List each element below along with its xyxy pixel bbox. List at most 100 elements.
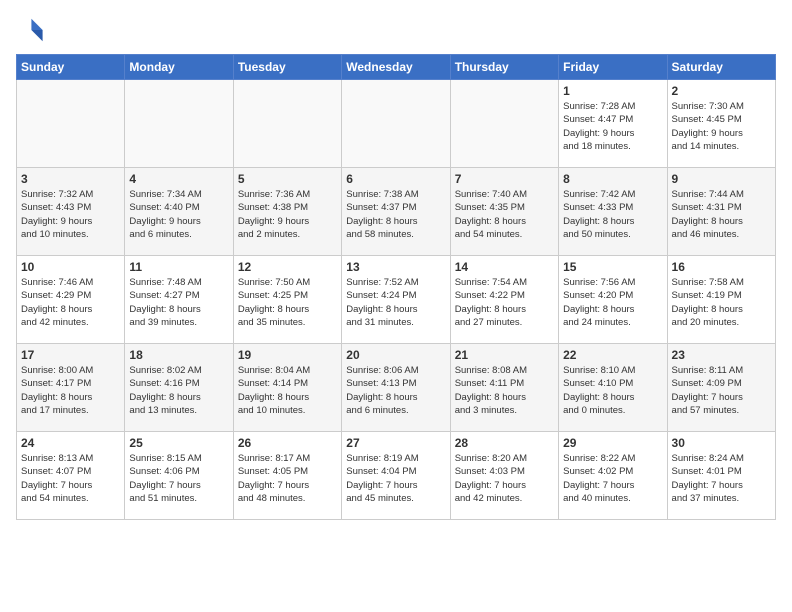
calendar-header-row: SundayMondayTuesdayWednesdayThursdayFrid… [17,55,776,80]
calendar-day-22: 22 Sunrise: 8:10 AM Sunset: 4:10 PM Dayli… [559,344,667,432]
calendar-day-9: 9 Sunrise: 7:44 AM Sunset: 4:31 PM Daylig… [667,168,775,256]
day-info: Sunrise: 7:28 AM Sunset: 4:47 PM Dayligh… [563,100,662,153]
day-info: Sunrise: 8:13 AM Sunset: 4:07 PM Dayligh… [21,452,120,505]
day-number: 28 [455,436,554,450]
calendar-day-15: 15 Sunrise: 7:56 AM Sunset: 4:20 PM Dayli… [559,256,667,344]
day-number: 8 [563,172,662,186]
day-number: 14 [455,260,554,274]
day-number: 16 [672,260,771,274]
calendar-week-4: 17 Sunrise: 8:00 AM Sunset: 4:17 PM Dayli… [17,344,776,432]
day-info: Sunrise: 7:56 AM Sunset: 4:20 PM Dayligh… [563,276,662,329]
day-number: 2 [672,84,771,98]
day-info: Sunrise: 7:36 AM Sunset: 4:38 PM Dayligh… [238,188,337,241]
calendar-day-19: 19 Sunrise: 8:04 AM Sunset: 4:14 PM Dayli… [233,344,341,432]
day-info: Sunrise: 7:46 AM Sunset: 4:29 PM Dayligh… [21,276,120,329]
day-info: Sunrise: 7:44 AM Sunset: 4:31 PM Dayligh… [672,188,771,241]
calendar-day-2: 2 Sunrise: 7:30 AM Sunset: 4:45 PM Daylig… [667,80,775,168]
day-number: 17 [21,348,120,362]
calendar-day-3: 3 Sunrise: 7:32 AM Sunset: 4:43 PM Daylig… [17,168,125,256]
day-info: Sunrise: 8:20 AM Sunset: 4:03 PM Dayligh… [455,452,554,505]
day-number: 22 [563,348,662,362]
day-number: 19 [238,348,337,362]
day-info: Sunrise: 8:06 AM Sunset: 4:13 PM Dayligh… [346,364,445,417]
day-info: Sunrise: 7:48 AM Sunset: 4:27 PM Dayligh… [129,276,228,329]
day-number: 27 [346,436,445,450]
calendar-day-25: 25 Sunrise: 8:15 AM Sunset: 4:06 PM Dayli… [125,432,233,520]
calendar-day-16: 16Sunrise: 7:58 AM Sunset: 4:19 PM Dayli… [667,256,775,344]
day-number: 1 [563,84,662,98]
day-number: 30 [672,436,771,450]
day-number: 9 [672,172,771,186]
day-number: 3 [21,172,120,186]
day-info: Sunrise: 7:38 AM Sunset: 4:37 PM Dayligh… [346,188,445,241]
day-info: Sunrise: 7:34 AM Sunset: 4:40 PM Dayligh… [129,188,228,241]
calendar-week-1: 1 Sunrise: 7:28 AM Sunset: 4:47 PM Daylig… [17,80,776,168]
day-number: 5 [238,172,337,186]
calendar-day-30: 30 Sunrise: 8:24 AM Sunset: 4:01 PM Dayli… [667,432,775,520]
day-number: 13 [346,260,445,274]
calendar-day-11: 11 Sunrise: 7:48 AM Sunset: 4:27 PM Dayli… [125,256,233,344]
calendar-table: SundayMondayTuesdayWednesdayThursdayFrid… [16,54,776,520]
calendar-day-27: 27Sunrise: 8:19 AM Sunset: 4:04 PM Dayli… [342,432,450,520]
day-number: 10 [21,260,120,274]
calendar-empty-cell [450,80,558,168]
day-info: Sunrise: 7:54 AM Sunset: 4:22 PM Dayligh… [455,276,554,329]
day-number: 6 [346,172,445,186]
day-number: 15 [563,260,662,274]
weekday-header-tuesday: Tuesday [233,55,341,80]
day-number: 12 [238,260,337,274]
calendar-day-8: 8 Sunrise: 7:42 AM Sunset: 4:33 PM Daylig… [559,168,667,256]
day-info: Sunrise: 7:42 AM Sunset: 4:33 PM Dayligh… [563,188,662,241]
day-number: 25 [129,436,228,450]
calendar-week-5: 24 Sunrise: 8:13 AM Sunset: 4:07 PM Dayli… [17,432,776,520]
weekday-header-monday: Monday [125,55,233,80]
day-info: Sunrise: 7:30 AM Sunset: 4:45 PM Dayligh… [672,100,771,153]
day-info: Sunrise: 8:02 AM Sunset: 4:16 PM Dayligh… [129,364,228,417]
calendar-day-12: 12 Sunrise: 7:50 AM Sunset: 4:25 PM Dayli… [233,256,341,344]
day-number: 4 [129,172,228,186]
calendar-day-26: 26 Sunrise: 8:17 AM Sunset: 4:05 PM Dayli… [233,432,341,520]
day-info: Sunrise: 8:17 AM Sunset: 4:05 PM Dayligh… [238,452,337,505]
calendar-day-18: 18 Sunrise: 8:02 AM Sunset: 4:16 PM Dayli… [125,344,233,432]
day-info: Sunrise: 7:50 AM Sunset: 4:25 PM Dayligh… [238,276,337,329]
calendar-day-10: 10 Sunrise: 7:46 AM Sunset: 4:29 PM Dayli… [17,256,125,344]
logo-icon [16,16,44,44]
day-number: 7 [455,172,554,186]
day-number: 21 [455,348,554,362]
calendar-day-13: 13Sunrise: 7:52 AM Sunset: 4:24 PM Dayli… [342,256,450,344]
logo [16,16,48,44]
calendar-day-29: 29 Sunrise: 8:22 AM Sunset: 4:02 PM Dayli… [559,432,667,520]
weekday-header-sunday: Sunday [17,55,125,80]
day-info: Sunrise: 8:22 AM Sunset: 4:02 PM Dayligh… [563,452,662,505]
calendar-empty-cell [233,80,341,168]
calendar-week-2: 3 Sunrise: 7:32 AM Sunset: 4:43 PM Daylig… [17,168,776,256]
day-info: Sunrise: 8:00 AM Sunset: 4:17 PM Dayligh… [21,364,120,417]
calendar-day-21: 21 Sunrise: 8:08 AM Sunset: 4:11 PM Dayli… [450,344,558,432]
calendar-day-4: 4 Sunrise: 7:34 AM Sunset: 4:40 PM Daylig… [125,168,233,256]
day-number: 29 [563,436,662,450]
day-info: Sunrise: 7:32 AM Sunset: 4:43 PM Dayligh… [21,188,120,241]
calendar-day-14: 14 Sunrise: 7:54 AM Sunset: 4:22 PM Dayli… [450,256,558,344]
day-number: 24 [21,436,120,450]
calendar-day-5: 5 Sunrise: 7:36 AM Sunset: 4:38 PM Daylig… [233,168,341,256]
day-info: Sunrise: 8:04 AM Sunset: 4:14 PM Dayligh… [238,364,337,417]
day-info: Sunrise: 8:10 AM Sunset: 4:10 PM Dayligh… [563,364,662,417]
day-info: Sunrise: 8:08 AM Sunset: 4:11 PM Dayligh… [455,364,554,417]
page-header [16,16,776,44]
calendar-day-7: 7Sunrise: 7:40 AM Sunset: 4:35 PM Daylig… [450,168,558,256]
calendar-empty-cell [342,80,450,168]
day-number: 18 [129,348,228,362]
day-number: 20 [346,348,445,362]
calendar-day-28: 28 Sunrise: 8:20 AM Sunset: 4:03 PM Dayli… [450,432,558,520]
calendar-day-6: 6 Sunrise: 7:38 AM Sunset: 4:37 PM Daylig… [342,168,450,256]
day-number: 23 [672,348,771,362]
weekday-header-wednesday: Wednesday [342,55,450,80]
day-number: 26 [238,436,337,450]
day-info: Sunrise: 8:15 AM Sunset: 4:06 PM Dayligh… [129,452,228,505]
calendar-week-3: 10 Sunrise: 7:46 AM Sunset: 4:29 PM Dayli… [17,256,776,344]
weekday-header-thursday: Thursday [450,55,558,80]
calendar-day-17: 17 Sunrise: 8:00 AM Sunset: 4:17 PM Dayli… [17,344,125,432]
day-info: Sunrise: 8:24 AM Sunset: 4:01 PM Dayligh… [672,452,771,505]
day-number: 11 [129,260,228,274]
calendar-day-20: 20 Sunrise: 8:06 AM Sunset: 4:13 PM Dayli… [342,344,450,432]
